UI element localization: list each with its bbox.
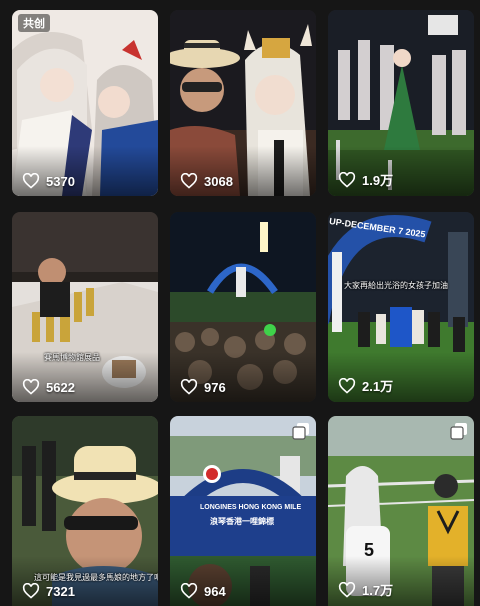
like-count-value: 1.7万 [362, 583, 394, 598]
like-count: 3068 [180, 173, 233, 189]
heart-outline-icon [338, 171, 356, 188]
like-count-value: 5370 [46, 173, 75, 189]
like-count: 1.9万 [338, 170, 393, 189]
heart-outline-icon [338, 377, 356, 394]
heart-outline-icon [338, 581, 356, 598]
like-count: 964 [180, 583, 226, 599]
post-grid: 共创 5370 3068 1.9万 賽馬博物館展品 5622 976 UP-DE… [0, 0, 480, 606]
multiple-images-icon [450, 423, 467, 440]
post-tile-4[interactable]: 賽馬博物館展品 5622 [12, 212, 158, 402]
post-tile-8[interactable]: LONGINES HONG KONG MILE 浪琴香港一哩錦標 964 [170, 416, 316, 606]
like-count: 2.1万 [338, 376, 393, 395]
banner-title-chinese: 浪琴香港一哩錦標 [210, 517, 274, 526]
post-tile-3[interactable]: 1.9万 [328, 10, 474, 196]
heart-outline-icon [22, 583, 40, 599]
like-count-value: 2.1万 [362, 379, 394, 394]
heart-outline-icon [180, 379, 198, 395]
post-tile-9[interactable]: 5 1.7万 [328, 416, 474, 606]
banner-title: LONGINES HONG KONG MILE [200, 504, 302, 511]
video-caption: 這可能是我見過最多馬娘的地方了吧 [34, 573, 158, 582]
heart-outline-icon [22, 379, 40, 395]
post-tile-2[interactable]: 3068 [170, 10, 316, 196]
video-caption: 大家再給出光浴的女孩子加油 [344, 281, 448, 290]
like-count-value: 7321 [46, 583, 75, 599]
like-count-value: 5622 [46, 379, 75, 395]
like-count-value: 964 [204, 583, 226, 599]
multiple-images-icon [292, 423, 309, 440]
post-tile-5[interactable]: 976 [170, 212, 316, 402]
video-caption: 賽馬博物館展品 [44, 353, 100, 362]
post-tile-6[interactable]: UP-DECEMBER 7 2025 大家再給出光浴的女孩子加油 2.1万 [328, 212, 474, 402]
heart-outline-icon [180, 583, 198, 599]
like-count-value: 976 [204, 379, 226, 395]
like-count: 1.7万 [338, 580, 393, 599]
like-count: 5622 [22, 379, 75, 395]
post-tile-1[interactable]: 共创 5370 [12, 10, 158, 196]
like-count: 976 [180, 379, 226, 395]
post-tile-7[interactable]: 這可能是我見過最多馬娘的地方了吧 7321 [12, 416, 158, 606]
race-bib-number: 5 [364, 540, 375, 560]
heart-outline-icon [22, 173, 40, 189]
heart-outline-icon [180, 173, 198, 189]
like-count: 7321 [22, 583, 75, 599]
like-count: 5370 [22, 173, 75, 189]
like-count-value: 3068 [204, 173, 233, 189]
co-creation-badge: 共创 [18, 14, 50, 32]
like-count-value: 1.9万 [362, 173, 394, 188]
